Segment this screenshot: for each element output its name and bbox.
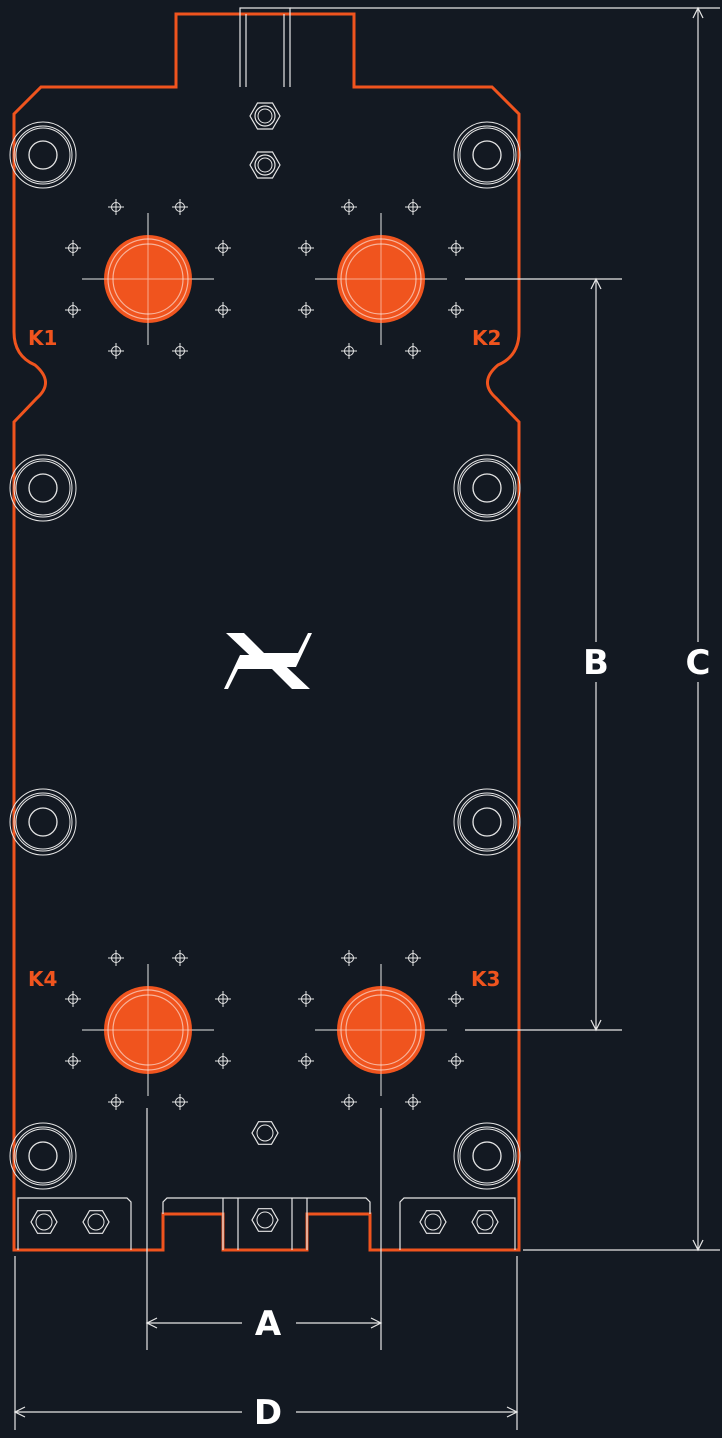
crosshair-icon <box>448 1053 464 1069</box>
crosshair-icon <box>108 1094 124 1110</box>
crosshair-icon <box>172 343 188 359</box>
crosshair-icon <box>215 302 231 318</box>
small-hole-icon <box>251 1121 279 1145</box>
small-hole-icon <box>249 102 281 130</box>
crosshair-icon <box>405 1094 421 1110</box>
crosshair-icon <box>108 343 124 359</box>
dimension-lines <box>13 6 720 1430</box>
bolt-hole-icon <box>9 454 77 522</box>
crosshair-icon <box>65 991 81 1007</box>
top-tab-slot <box>239 7 291 87</box>
bolt-hole-icon <box>9 1122 77 1190</box>
dimension-label-b: B <box>583 643 609 683</box>
crosshair-icon <box>172 199 188 215</box>
crosshair-icon <box>448 302 464 318</box>
crosshair-icon <box>108 950 124 966</box>
crosshair-icon <box>448 240 464 256</box>
crosshair-icon <box>65 1053 81 1069</box>
bolt-hole-icon <box>453 454 521 522</box>
crosshair-icon <box>448 991 464 1007</box>
small-hole-icon <box>82 1210 110 1234</box>
dimension-label-c: C <box>686 643 711 683</box>
crosshair-icon <box>298 302 314 318</box>
port-k1 <box>82 213 214 345</box>
crosshair-icon <box>341 950 357 966</box>
crosshair-icon <box>405 199 421 215</box>
crosshair-icon <box>65 302 81 318</box>
crosshair-icon <box>298 991 314 1007</box>
crosshair-icon <box>341 343 357 359</box>
dimension-label-a: A <box>255 1304 282 1344</box>
bolt-hole-icon <box>453 1122 521 1190</box>
port-label-k4: K4 <box>28 967 57 991</box>
crosshair-icon <box>215 991 231 1007</box>
port-k4 <box>82 964 214 1096</box>
port-label-k2: K2 <box>472 326 501 350</box>
plate-diagram: K1 K2 K3 K4 A B C D <box>9 6 720 1433</box>
crosshair-icon <box>341 1094 357 1110</box>
crosshair-icon <box>65 240 81 256</box>
small-hole-icon <box>251 1208 279 1232</box>
crosshair-icon <box>172 1094 188 1110</box>
crosshair-icon <box>405 950 421 966</box>
crosshair-icon <box>108 199 124 215</box>
port-label-k3: K3 <box>471 967 500 991</box>
crosshair-icon <box>298 1053 314 1069</box>
crosshair-icon <box>215 240 231 256</box>
crosshair-icon <box>298 240 314 256</box>
small-hole-icon <box>471 1210 499 1234</box>
crosshair-icon <box>341 199 357 215</box>
crosshair-icon <box>172 950 188 966</box>
dimension-label-d: D <box>254 1393 282 1433</box>
port-k3 <box>315 964 447 1096</box>
plate-outline <box>12 12 521 1252</box>
bolt-hole-icon <box>453 121 521 189</box>
small-hole-icon <box>419 1210 447 1234</box>
port-label-k1: K1 <box>28 326 57 350</box>
bolt-hole-icon <box>9 121 77 189</box>
bolt-hole-icon <box>9 788 77 856</box>
bolt-hole-icon <box>453 788 521 856</box>
port-k2 <box>315 213 447 345</box>
logo-icon <box>224 633 312 689</box>
crosshair-icon <box>405 343 421 359</box>
small-hole-icon <box>30 1210 58 1234</box>
crosshair-icon <box>215 1053 231 1069</box>
small-hole-icon <box>249 151 281 179</box>
